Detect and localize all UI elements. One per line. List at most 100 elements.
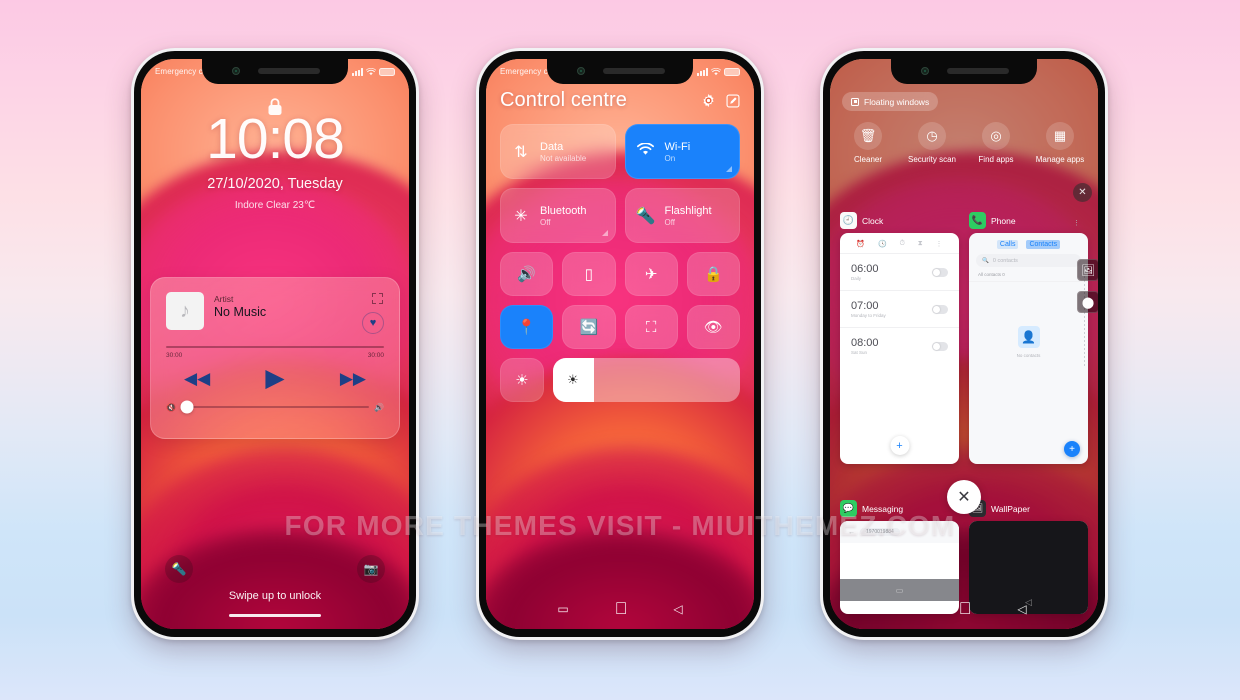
tile-wifi[interactable]: Wi-Fi On [624, 124, 740, 179]
volume-slider[interactable]: 🔇 🔊 [166, 400, 384, 414]
music-player-widget[interactable]: ♪ Artist No Music ♥ 30:00 30:00 ◀◀ ▶ ▶▶ … [150, 277, 400, 439]
floating-window-icon [851, 97, 859, 106]
recents-icon[interactable]: ▭ [901, 602, 912, 616]
quick-action-cleaner[interactable]: 🗑 Cleaner [840, 122, 896, 165]
more-vertical-icon[interactable]: ⋮ [936, 240, 943, 248]
back-icon[interactable]: ◁ [673, 602, 682, 616]
lock-date: 27/10/2020, Tuesday [207, 176, 343, 192]
search-input[interactable]: 🔍 0 contacts [976, 254, 1081, 267]
notch [547, 59, 693, 84]
tile-sub: Off [540, 217, 551, 227]
back-arrow-icon[interactable]: ← [848, 529, 855, 536]
recent-card-messaging[interactable]: 💬 Messaging ← 1970019884 ▭ [840, 500, 959, 614]
earpiece-speaker [947, 68, 1009, 74]
tile-label: Wi-Fi [664, 140, 691, 153]
alarm-row[interactable]: 07:00 Monday to Friday [840, 290, 959, 327]
flashlight-icon[interactable]: 🔦 [165, 555, 193, 583]
dismiss-icon[interactable]: ✕ [1073, 183, 1092, 202]
tile-data[interactable]: ⇅ Data Not available [500, 124, 616, 179]
rewind-icon[interactable]: ◀◀ [184, 370, 210, 387]
eye-off-icon[interactable]: 👁 [686, 305, 740, 349]
recent-card-wallpaper[interactable]: 🖼 WallPaper ◁ [969, 500, 1088, 614]
fast-forward-icon[interactable]: ▶▶ [340, 370, 366, 387]
time-elapsed: 30:00 [166, 351, 183, 359]
recent-card-clock[interactable]: 🕘 Clock ⏰ 🕓 ⏱ ⧗ ⋮ 06:00 Daily 07:00 Mond… [840, 212, 959, 464]
add-contact-icon[interactable]: + [1064, 441, 1080, 457]
tab-alarm[interactable]: ⏰ [856, 240, 865, 248]
alarm-time: 07:00 [851, 300, 879, 312]
heart-icon[interactable]: ♥ [362, 312, 384, 334]
apple-home-icon[interactable]:  [959, 599, 972, 619]
phone-lockscreen: Emergency calls only 10:08 27/10/2020, T… [131, 48, 419, 640]
close-icon[interactable]: ✕ [947, 480, 981, 514]
empty-state: 👤 No contacts [969, 282, 1088, 402]
alarm-toggle[interactable] [932, 341, 948, 351]
theme-drop-icon[interactable]: ⬤ [1077, 291, 1098, 313]
recents-overlay: Floating windows 🗑 Cleaner ◷ Security sc… [830, 59, 1098, 629]
navigation-bar: ▭  ◁ [830, 599, 1098, 619]
album-art: ♪ [166, 292, 204, 330]
floating-windows-chip[interactable]: Floating windows [842, 92, 939, 111]
floating-windows-label: Floating windows [864, 96, 930, 107]
tab-stopwatch[interactable]: ⧗ [918, 240, 923, 248]
camera-icon[interactable]: 📷 [357, 555, 385, 583]
tab-timer[interactable]: ⏱ [900, 240, 905, 248]
alarm-row[interactable]: 06:00 Daily [840, 253, 959, 290]
alarm-toggle[interactable] [932, 304, 948, 314]
recent-card-phone[interactable]: 📞 Phone Calls Contacts ⋮ 🔍 0 contacts Al… [969, 212, 1088, 464]
alarm-repeat: Sat Sun [851, 350, 868, 355]
auto-brightness-icon[interactable]: ☀ [500, 358, 544, 402]
swipe-hint: Swipe up to unlock [228, 589, 322, 602]
screenshot-icon[interactable]: ⛶ [624, 305, 678, 349]
quick-action-label: Manage apps [1035, 155, 1085, 164]
gallery-icon[interactable]: 🖼 [1077, 259, 1098, 281]
airplane-mode-icon[interactable]: ✈ [624, 252, 678, 296]
search-icon: 🔍 [982, 257, 989, 264]
navigation-bar: ▭  ◁ [486, 599, 754, 619]
location-icon[interactable]: 📍 [500, 305, 554, 349]
alarm-toggle[interactable] [932, 267, 948, 277]
vibrate-icon[interactable]: ▯ [562, 252, 616, 296]
screen-lock-icon[interactable]: 🔒 [686, 252, 740, 296]
tile-label: Data [540, 140, 564, 153]
sound-icon[interactable]: 🔊 [500, 252, 554, 296]
round-toggles-row2: 📍 🔄 ⛶ 👁 [500, 305, 740, 349]
apple-home-icon[interactable]:  [615, 599, 628, 619]
home-indicator[interactable] [229, 613, 321, 617]
signal-bars-icon [352, 68, 363, 76]
flashlight-icon: 🔦 [635, 207, 656, 225]
play-icon[interactable]: ▶ [265, 365, 284, 391]
tab-contacts[interactable]: Contacts [1026, 240, 1061, 249]
battery-icon [379, 67, 395, 76]
contact-avatar-icon: 👤 [1017, 326, 1040, 348]
expand-icon[interactable] [372, 293, 383, 304]
grid-apps-icon: ▦ [1046, 122, 1074, 150]
gear-icon[interactable] [701, 93, 716, 108]
messaging-icon: 💬 [840, 500, 857, 517]
recents-icon[interactable]: ▭ [557, 602, 568, 616]
tile-expand-corner[interactable] [726, 166, 732, 172]
alarm-row[interactable]: 08:00 Sat Sun [840, 327, 959, 364]
brightness-slider[interactable]: ☀ [553, 358, 740, 402]
quick-action-security-scan[interactable]: ◷ Security scan [904, 122, 960, 165]
wifi-icon [711, 67, 721, 75]
plus-icon[interactable]: + [890, 436, 909, 455]
tile-flashlight[interactable]: 🔦 Flashlight Off [624, 188, 740, 243]
quick-action-find-apps[interactable]: ◎ Find apps [968, 122, 1024, 165]
tab-clock[interactable]: 🕓 [878, 240, 887, 248]
edit-icon[interactable] [726, 93, 740, 108]
auto-rotate-lock-icon[interactable]: 🔄 [562, 305, 616, 349]
front-camera-icon [232, 67, 240, 75]
tile-bluetooth[interactable]: ✳ Bluetooth Off [500, 188, 616, 243]
card-preview: Calls Contacts ⋮ 🔍 0 contacts All contac… [969, 220, 1088, 464]
quick-actions: 🗑 Cleaner ◷ Security scan ◎ Find apps ▦ … [830, 122, 1098, 165]
quick-action-manage-apps[interactable]: ▦ Manage apps [1032, 122, 1088, 165]
seek-bar[interactable] [166, 346, 384, 348]
tile-expand-corner[interactable] [601, 230, 608, 236]
lock-time: 10:08 [206, 107, 345, 171]
volume-knob[interactable] [180, 400, 194, 414]
tab-calls[interactable]: Calls [996, 240, 1019, 249]
signal-bars-icon [697, 68, 708, 76]
alarm-time: 06:00 [851, 263, 879, 275]
back-icon[interactable]: ◁ [1017, 602, 1026, 616]
